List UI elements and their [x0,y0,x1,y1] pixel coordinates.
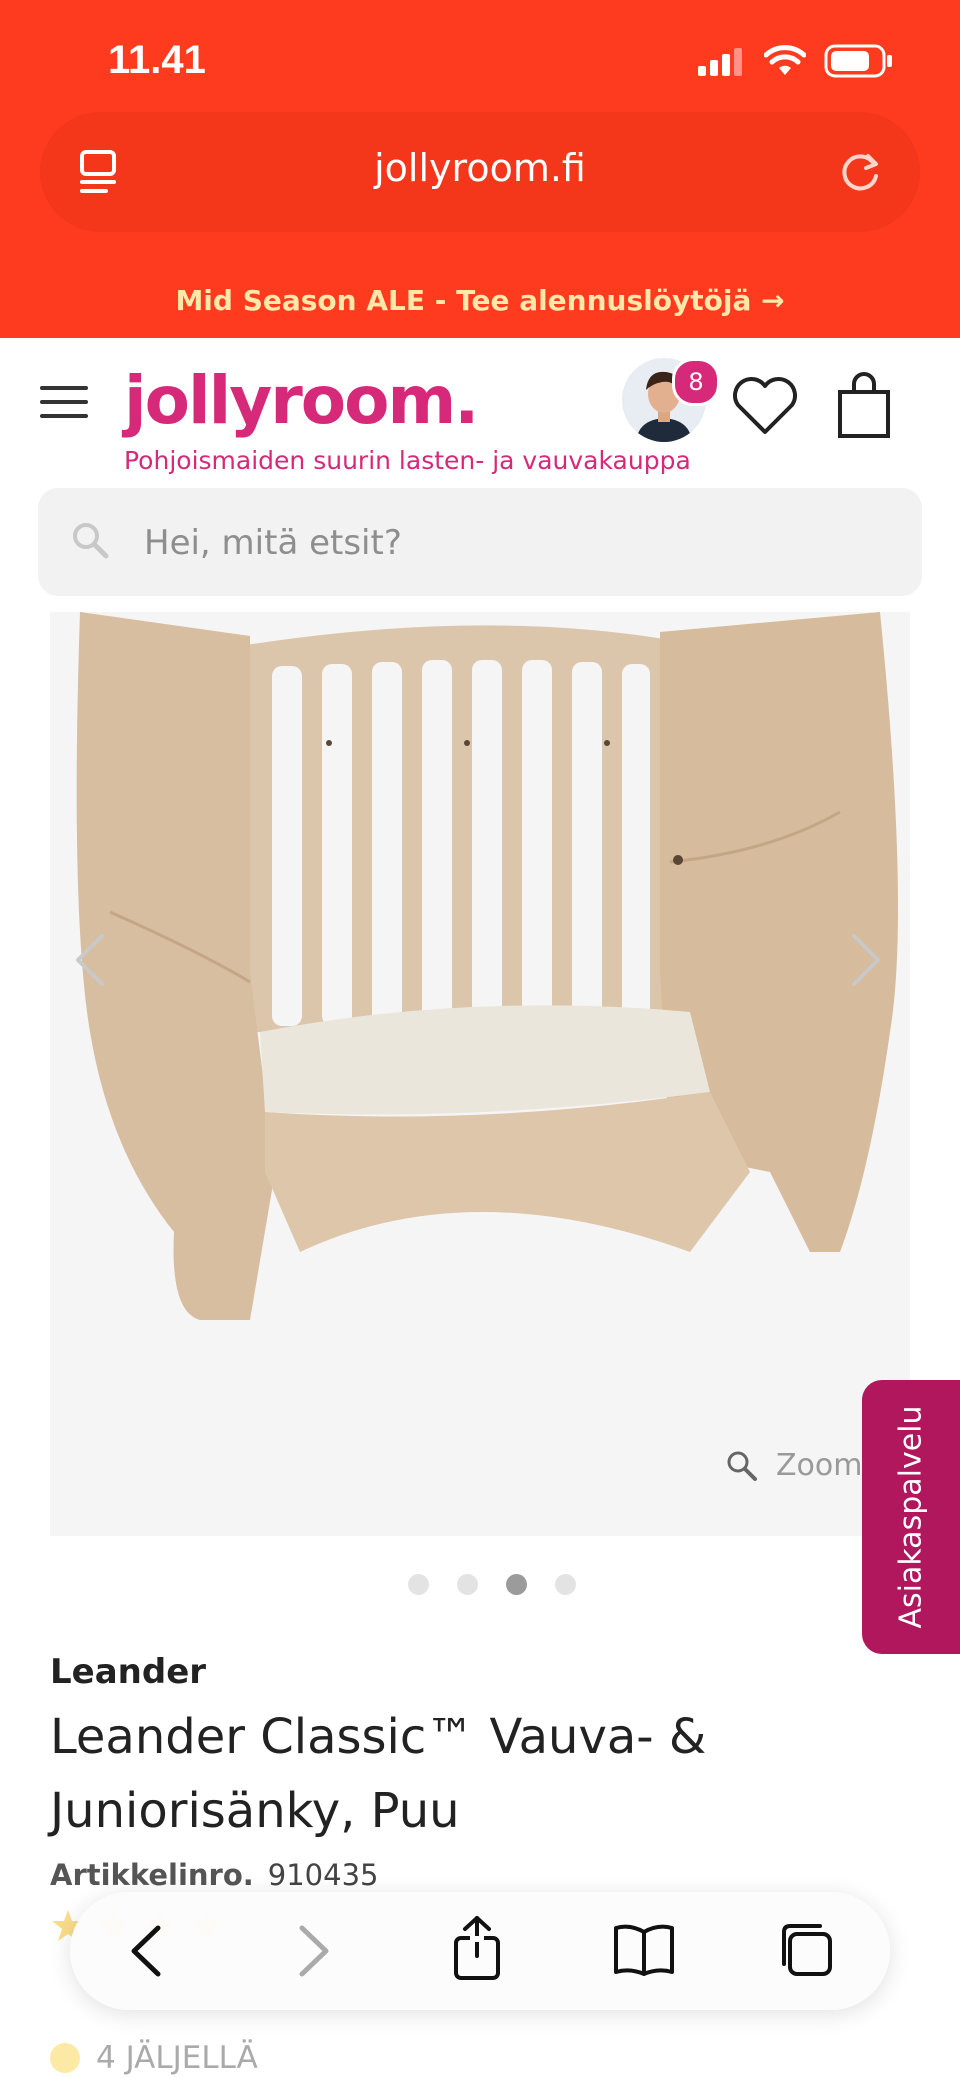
customer-service-tab[interactable]: Asiakaspalvelu [862,1380,960,1654]
search-bar[interactable] [38,488,922,596]
gallery-dot-active[interactable] [506,1574,527,1595]
heart-icon[interactable] [730,374,800,436]
gallery-pagination [408,1574,576,1595]
bookmarks-icon[interactable] [612,1922,676,1978]
url-text: jollyroom.fi [374,146,586,190]
browser-toolbar [70,1892,890,2010]
battery-icon [824,44,892,78]
stock-text: 4 JÄLJELLÄ [96,2040,258,2076]
gallery-prev-icon[interactable] [70,930,110,990]
address-bar[interactable]: jollyroom.fi [40,112,920,232]
zoom-icon [727,1451,757,1481]
article-number-row: Artikkelinro. 910435 [50,1858,379,1892]
status-icons [696,44,894,78]
forward-icon[interactable] [294,1922,334,1980]
product-title: Leander Classic™ Vauva- & Juniorisänky, … [50,1709,707,1839]
promo-banner[interactable]: Mid Season ALE - Tee alennuslöytöjä → [0,284,960,317]
product-brand[interactable]: Leander [50,1652,206,1692]
customer-service-label: Asiakaspalvelu [893,1405,929,1629]
reload-icon[interactable] [830,142,890,202]
hamburger-icon[interactable] [40,386,88,420]
zoom-label: Zoom [776,1448,863,1483]
product-image-gallery[interactable] [50,612,910,1536]
gallery-dot[interactable] [555,1574,576,1595]
article-number-label: Artikkelinro. [50,1858,254,1892]
article-number: 910435 [267,1858,379,1892]
tabs-icon[interactable] [776,1920,836,1980]
stock-dot [50,2043,80,2073]
gallery-next-icon[interactable] [846,930,886,990]
back-icon[interactable] [126,1922,166,1980]
bag-icon[interactable] [836,372,892,440]
wifi-icon [764,45,806,75]
search-input[interactable] [142,514,886,572]
product-image-crib [50,612,910,1536]
status-time: 11.41 [108,38,206,82]
zoom-button[interactable]: Zoom [726,1448,862,1483]
stock-status: 4 JÄLJELLÄ [50,2040,258,2076]
avatar-badge: 8 [672,358,720,406]
gallery-dot[interactable] [408,1574,429,1595]
gallery-dot[interactable] [457,1574,478,1595]
site-tagline: Pohjoismaiden suurin lasten- ja vauvakau… [124,446,691,475]
share-icon[interactable] [450,1914,504,1982]
search-icon [73,523,109,559]
site-logo[interactable]: jollyroom. [124,362,479,439]
signal-icon [698,48,742,76]
